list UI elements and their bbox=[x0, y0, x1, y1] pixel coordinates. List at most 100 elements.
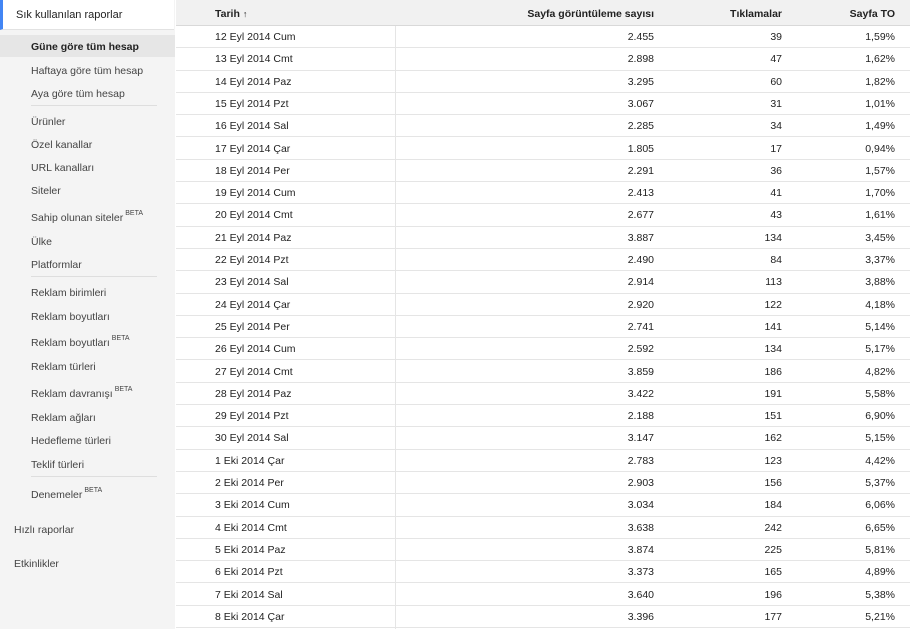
cell-ctr: 1,57% bbox=[865, 164, 895, 177]
sidebar-item-label: Reklam türleri bbox=[31, 361, 96, 373]
table-row[interactable]: 14 Eyl 2014 Paz 3.295 60 1,82% bbox=[176, 71, 910, 93]
cell-date: 1 Eki 2014 Çar bbox=[215, 454, 285, 467]
sidebar-item[interactable]: Sahip olunan siteler BETA bbox=[31, 210, 143, 224]
table-row[interactable]: 5 Eki 2014 Paz 3.874 225 5,81% bbox=[176, 539, 910, 562]
sidebar-item[interactable]: Özel kanallar bbox=[31, 139, 92, 151]
sidebar-item[interactable]: Güne göre tüm hesap bbox=[31, 41, 139, 53]
report-table: Tarih ↑ Sayfa görüntüleme sayısı Tıklama… bbox=[176, 0, 910, 629]
table-row[interactable]: 7 Eki 2014 Sal 3.640 196 5,38% bbox=[176, 584, 910, 606]
column-header-pageviews[interactable]: Sayfa görüntüleme sayısı bbox=[527, 8, 654, 20]
table-row[interactable]: 3 Eki 2014 Cum 3.034 184 6,06% bbox=[176, 494, 910, 517]
sidebar-item[interactable]: Reklam ağları bbox=[31, 412, 96, 424]
table-row[interactable]: 1 Eki 2014 Çar 2.783 123 4,42% bbox=[176, 450, 910, 472]
table-row[interactable]: 19 Eyl 2014 Cum 2.413 41 1,70% bbox=[176, 182, 910, 205]
cell-date: 6 Eki 2014 Pzt bbox=[215, 566, 283, 579]
sidebar-item-label: Teklif türleri bbox=[31, 459, 85, 471]
cell-clicks: 34 bbox=[770, 120, 782, 133]
cell-ctr: 1,61% bbox=[865, 209, 895, 222]
sidebar-item[interactable]: Reklam türleri bbox=[31, 361, 96, 373]
sidebar-item[interactable]: Reklam davranışı BETA bbox=[31, 386, 132, 400]
sidebar-item[interactable]: Aya göre tüm hesap bbox=[31, 88, 125, 100]
table-row[interactable]: 27 Eyl 2014 Cmt 3.859 186 4,82% bbox=[176, 361, 910, 383]
table-row[interactable]: 20 Eyl 2014 Cmt 2.677 43 1,61% bbox=[176, 204, 910, 227]
sidebar-item[interactable]: Ürünler bbox=[31, 116, 65, 128]
table-row[interactable]: 15 Eyl 2014 Pzt 3.067 31 1,01% bbox=[176, 93, 910, 116]
sidebar-item[interactable]: Teklif türleri bbox=[31, 459, 84, 471]
table-row[interactable]: 2 Eki 2014 Per 2.903 156 5,37% bbox=[176, 472, 910, 495]
sidebar-item[interactable]: Reklam boyutları BETA bbox=[31, 335, 130, 349]
table-row[interactable]: 26 Eyl 2014 Cum 2.592 134 5,17% bbox=[176, 338, 910, 361]
cell-pageviews: 2.592 bbox=[627, 343, 654, 356]
table-row[interactable]: 13 Eyl 2014 Cmt 2.898 47 1,62% bbox=[176, 48, 910, 71]
cell-date: 2 Eki 2014 Per bbox=[215, 477, 284, 489]
table-row[interactable]: 29 Eyl 2014 Pzt 2.188 151 6,90% bbox=[176, 405, 910, 428]
column-header-ctr[interactable]: Sayfa TO bbox=[850, 8, 895, 20]
table-row[interactable]: 30 Eyl 2014 Sal 3.147 162 5,15% bbox=[176, 427, 910, 450]
table-row[interactable]: 24 Eyl 2014 Çar 2.920 122 4,18% bbox=[176, 294, 910, 316]
cell-clicks: 191 bbox=[764, 387, 782, 400]
sidebar-quick-reports[interactable]: Hızlı raporlar bbox=[14, 524, 74, 536]
sidebar-item[interactable]: Ülke bbox=[31, 236, 52, 248]
cell-clicks: 122 bbox=[764, 298, 782, 311]
cell-clicks: 31 bbox=[770, 97, 782, 110]
cell-pageviews: 2.898 bbox=[627, 53, 654, 66]
column-header-date-label: Tarih bbox=[215, 8, 240, 20]
table-row[interactable]: 16 Eyl 2014 Sal 2.285 34 1,49% bbox=[176, 115, 910, 138]
table-row[interactable]: 28 Eyl 2014 Paz 3.422 191 5,58% bbox=[176, 383, 910, 406]
sidebar-item[interactable]: Siteler bbox=[31, 185, 61, 197]
sidebar-item-label: Özel kanallar bbox=[31, 139, 93, 151]
table-row[interactable]: 8 Eki 2014 Çar 3.396 177 5,21% bbox=[176, 606, 910, 629]
cell-pageviews: 3.859 bbox=[627, 365, 654, 378]
cell-pageviews: 1.805 bbox=[627, 142, 654, 155]
sidebar-item[interactable]: Reklam birimleri bbox=[31, 287, 106, 299]
table-row[interactable]: 17 Eyl 2014 Çar 1.805 17 0,94% bbox=[176, 138, 910, 160]
cell-pageviews: 2.677 bbox=[627, 209, 654, 222]
cell-ctr: 6,90% bbox=[865, 410, 895, 423]
table-row[interactable]: 25 Eyl 2014 Per 2.741 141 5,14% bbox=[176, 316, 910, 339]
table-row[interactable]: 22 Eyl 2014 Pzt 2.490 84 3,37% bbox=[176, 249, 910, 272]
cell-clicks: 242 bbox=[764, 521, 782, 534]
cell-ctr: 5,37% bbox=[865, 477, 895, 489]
cell-clicks: 177 bbox=[764, 610, 782, 623]
sidebar-item[interactable]: Reklam boyutları bbox=[31, 311, 110, 323]
cell-date: 26 Eyl 2014 Cum bbox=[215, 343, 296, 356]
table-row[interactable]: 18 Eyl 2014 Per 2.291 36 1,57% bbox=[176, 160, 910, 183]
sidebar-item-label: Güne göre tüm hesap bbox=[31, 41, 139, 53]
table-row[interactable]: 6 Eki 2014 Pzt 3.373 165 4,89% bbox=[176, 561, 910, 584]
cell-date: 15 Eyl 2014 Pzt bbox=[215, 97, 289, 110]
cell-date: 22 Eyl 2014 Pzt bbox=[215, 254, 289, 266]
cell-clicks: 123 bbox=[764, 454, 782, 467]
sidebar-item-label: Reklam boyutları bbox=[31, 311, 110, 323]
table-row[interactable]: 23 Eyl 2014 Sal 2.914 113 3,88% bbox=[176, 271, 910, 294]
cell-ctr: 1,01% bbox=[865, 97, 895, 110]
table-row[interactable]: 4 Eki 2014 Cmt 3.638 242 6,65% bbox=[176, 517, 910, 539]
cell-clicks: 113 bbox=[765, 276, 782, 289]
cell-ctr: 5,38% bbox=[865, 588, 895, 601]
column-header-date[interactable]: Tarih ↑ bbox=[215, 8, 247, 20]
cell-ctr: 5,81% bbox=[865, 543, 895, 556]
sidebar-item[interactable]: Denemeler BETA bbox=[31, 487, 102, 501]
sidebar: Sık kullanılan raporlar Güne göre tüm he… bbox=[0, 0, 175, 629]
cell-clicks: 60 bbox=[770, 75, 782, 88]
table-row[interactable]: 21 Eyl 2014 Paz 3.887 134 3,45% bbox=[176, 227, 910, 249]
column-header-clicks[interactable]: Tıklamalar bbox=[730, 8, 782, 20]
sidebar-events[interactable]: Etkinlikler bbox=[14, 558, 59, 570]
sidebar-item[interactable]: Haftaya göre tüm hesap bbox=[31, 65, 143, 77]
cell-clicks: 184 bbox=[764, 499, 782, 512]
sidebar-item-label: Hedefleme türleri bbox=[31, 435, 111, 447]
table-row[interactable]: 12 Eyl 2014 Cum 2.455 39 1,59% bbox=[176, 26, 910, 49]
sidebar-item[interactable]: URL kanalları bbox=[31, 162, 94, 174]
sidebar-item-label: Denemeler bbox=[31, 489, 83, 501]
sidebar-item[interactable]: Platformlar bbox=[31, 259, 82, 271]
cell-date: 29 Eyl 2014 Pzt bbox=[215, 410, 289, 423]
sidebar-header-favorite-reports[interactable]: Sık kullanılan raporlar bbox=[0, 0, 174, 30]
cell-pageviews: 2.188 bbox=[627, 410, 654, 423]
sidebar-item[interactable]: Hedefleme türleri bbox=[31, 435, 111, 447]
cell-pageviews: 3.887 bbox=[627, 231, 654, 244]
cell-clicks: 156 bbox=[764, 477, 782, 489]
cell-ctr: 3,45% bbox=[865, 231, 895, 244]
cell-date: 21 Eyl 2014 Paz bbox=[215, 231, 292, 244]
cell-pageviews: 2.490 bbox=[627, 254, 654, 266]
cell-date: 12 Eyl 2014 Cum bbox=[215, 31, 296, 43]
cell-pageviews: 2.455 bbox=[627, 31, 654, 43]
